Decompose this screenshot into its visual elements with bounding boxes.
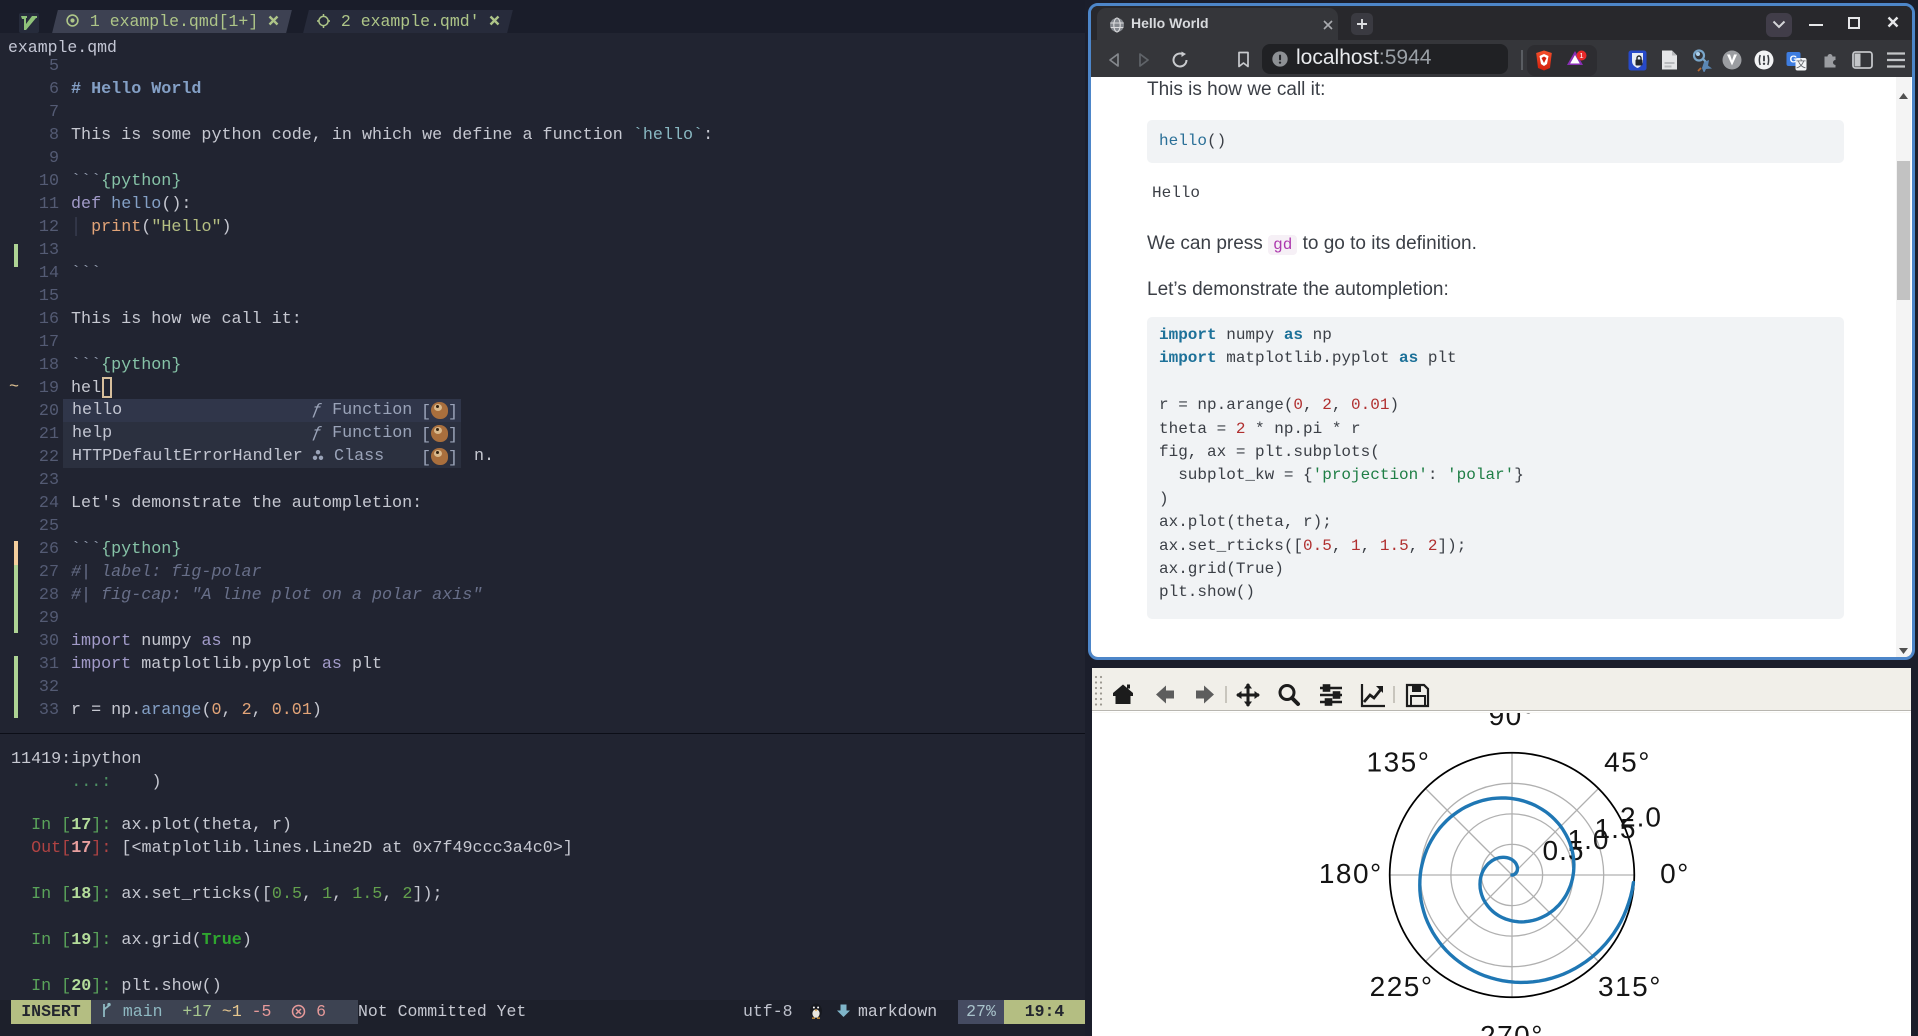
svg-text:文: 文 [1796,58,1806,71]
svg-text:0°: 0° [1660,858,1690,889]
svg-text:45°: 45° [1604,747,1651,778]
svg-text:270°: 270° [1480,1020,1544,1036]
svg-text:180°: 180° [1319,858,1383,889]
svg-text:2.0: 2.0 [1620,802,1662,833]
svg-text:135°: 135° [1367,747,1431,778]
svg-text:225°: 225° [1370,971,1434,1002]
svg-text:90°: 90° [1489,713,1536,731]
svg-text:315°: 315° [1598,971,1662,1002]
svg-text:1: 1 [1579,51,1583,60]
